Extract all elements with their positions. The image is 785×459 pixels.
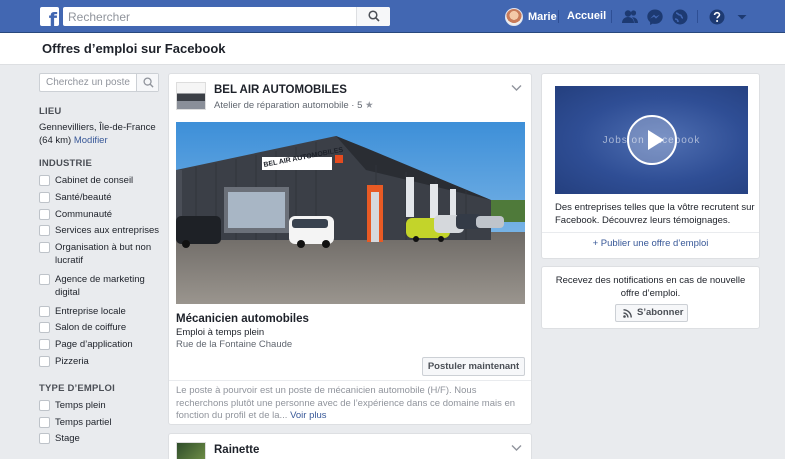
job-card: Rainette xyxy=(168,433,532,459)
industry-filter-item[interactable]: Communauté xyxy=(39,208,160,221)
industry-filter-item[interactable]: Cabinet de conseil xyxy=(39,174,160,187)
filter-label: Santé/beauté xyxy=(55,192,112,203)
industry-filter-item[interactable]: Pizzeria xyxy=(39,355,160,368)
notification-text: Recevez des notifications en cas de nouv… xyxy=(555,275,746,299)
job-type-filter-item[interactable]: Temps partiel xyxy=(39,416,160,429)
global-search-input[interactable] xyxy=(63,7,355,26)
job-title[interactable]: Mécanicien automobiles xyxy=(176,313,309,325)
job-type: Emploi à temps plein xyxy=(176,327,265,338)
job-card: BEL AIR AUTOMOBILES Atelier de réparatio… xyxy=(168,73,532,425)
modify-location-link[interactable]: Modifier xyxy=(74,135,108,146)
rss-icon xyxy=(623,309,632,318)
job-type-filter-item[interactable]: Temps plein xyxy=(39,399,160,412)
industry-section-title: INDUSTRIE xyxy=(39,158,92,169)
post-job-link[interactable]: + Publier une offre d’emploi xyxy=(542,238,759,249)
company-category: Atelier de réparation automobile · 5 ★ xyxy=(214,100,374,111)
checkbox[interactable] xyxy=(39,242,50,253)
industry-filter-item[interactable]: Entreprise locale xyxy=(39,305,160,318)
checkbox[interactable] xyxy=(39,433,50,444)
filter-label: Cabinet de conseil xyxy=(55,175,134,186)
company-name[interactable]: Rainette xyxy=(214,444,259,456)
globe-icon[interactable] xyxy=(671,8,689,26)
filter-label: Stage xyxy=(55,433,80,444)
search-icon xyxy=(368,10,380,22)
subscribe-button[interactable]: S’abonner xyxy=(615,304,688,322)
promo-text: Des entreprises telles que la vôtre recr… xyxy=(555,202,755,226)
checkbox[interactable] xyxy=(39,192,50,203)
filter-label: Salon de coiffure xyxy=(55,322,127,333)
job-search-button[interactable] xyxy=(136,74,158,91)
messenger-icon[interactable] xyxy=(646,8,664,26)
divider xyxy=(558,10,559,23)
divider xyxy=(611,10,612,23)
star-icon: ★ xyxy=(365,100,374,111)
job-description-text: Le poste à pourvoir est un poste de méca… xyxy=(176,385,516,421)
checkbox[interactable] xyxy=(39,339,50,350)
help-icon[interactable] xyxy=(708,8,726,26)
industry-filter-item[interactable]: Services aux entreprises xyxy=(39,224,160,237)
job-address: Rue de la Fontaine Chaude xyxy=(176,339,293,350)
checkbox[interactable] xyxy=(39,175,50,186)
industry-filter-item[interactable]: Organisation à but non lucratif xyxy=(39,241,155,267)
subscribe-label: S’abonner xyxy=(637,307,684,318)
company-logo[interactable] xyxy=(176,442,206,459)
job-type-section-title: TYPE D’EMPLOI xyxy=(39,383,115,394)
industry-filter-item[interactable]: Agence de marketing digital xyxy=(39,273,147,299)
job-search xyxy=(39,73,159,92)
location-section-title: LIEU xyxy=(39,106,62,117)
filter-label: Temps partiel xyxy=(55,417,112,428)
page-title: Offres d’emploi sur Facebook xyxy=(42,41,226,56)
industry-filter-item[interactable]: Salon de coiffure xyxy=(39,321,160,334)
job-type-filter-item[interactable]: Stage xyxy=(39,432,160,445)
checkbox[interactable] xyxy=(39,209,50,220)
job-search-input[interactable] xyxy=(40,74,136,91)
industry-filter-item[interactable]: Page d’application xyxy=(39,338,160,351)
home-link[interactable]: Accueil xyxy=(567,10,606,22)
promo-video[interactable]: Jobs on Facebook xyxy=(555,86,748,194)
filter-label: Communauté xyxy=(55,209,113,220)
apply-button[interactable]: Postuler maintenant xyxy=(422,357,525,376)
filter-label: Services aux entreprises xyxy=(55,225,160,236)
location-value: Gennevilliers, Île-de-France (64 km) Mod… xyxy=(39,121,169,147)
checkbox[interactable] xyxy=(39,356,50,367)
see-more-link[interactable]: Voir plus xyxy=(290,410,326,421)
checkbox[interactable] xyxy=(39,417,50,428)
global-search xyxy=(63,7,390,26)
filter-label: Page d’application xyxy=(55,339,133,350)
divider xyxy=(697,10,698,23)
chevron-down-icon[interactable] xyxy=(511,444,522,452)
company-name[interactable]: BEL AIR AUTOMOBILES xyxy=(214,84,347,96)
checkbox[interactable] xyxy=(39,322,50,333)
profile-link[interactable]: Marie xyxy=(505,7,557,26)
company-logo[interactable] xyxy=(176,82,206,110)
friends-icon[interactable] xyxy=(621,8,639,26)
search-button[interactable] xyxy=(356,7,390,26)
chevron-down-icon[interactable] xyxy=(511,84,522,92)
checkbox[interactable] xyxy=(39,274,50,285)
top-navigation-bar: f Marie Accueil xyxy=(0,0,785,33)
filter-label: Entreprise locale xyxy=(55,306,126,317)
company-category-text: Atelier de réparation automobile · 5 xyxy=(214,100,363,111)
filter-label: Temps plein xyxy=(55,400,106,411)
promo-card: Jobs on Facebook Des entreprises telles … xyxy=(541,73,760,259)
user-name: Marie xyxy=(528,10,557,23)
caret-down-icon[interactable] xyxy=(733,8,751,26)
divider xyxy=(169,380,531,381)
facebook-logo-icon[interactable]: f xyxy=(40,7,59,26)
job-photo[interactable]: BEL AIR AUTOMOBILES xyxy=(176,122,525,304)
notification-card: Recevez des notifications en cas de nouv… xyxy=(541,266,760,329)
search-icon xyxy=(143,77,154,88)
play-icon[interactable] xyxy=(627,115,677,165)
divider xyxy=(542,232,759,233)
page-header: Offres d’emploi sur Facebook xyxy=(0,33,785,65)
job-description: Le poste à pourvoir est un poste de méca… xyxy=(176,385,526,423)
checkbox[interactable] xyxy=(39,225,50,236)
checkbox[interactable] xyxy=(39,400,50,411)
filter-label: Agence de marketing digital xyxy=(55,274,145,298)
avatar xyxy=(505,7,523,26)
checkbox[interactable] xyxy=(39,306,50,317)
industry-filter-item[interactable]: Santé/beauté xyxy=(39,191,160,204)
filter-label: Pizzeria xyxy=(55,356,89,367)
filter-label: Organisation à but non lucratif xyxy=(55,242,152,266)
